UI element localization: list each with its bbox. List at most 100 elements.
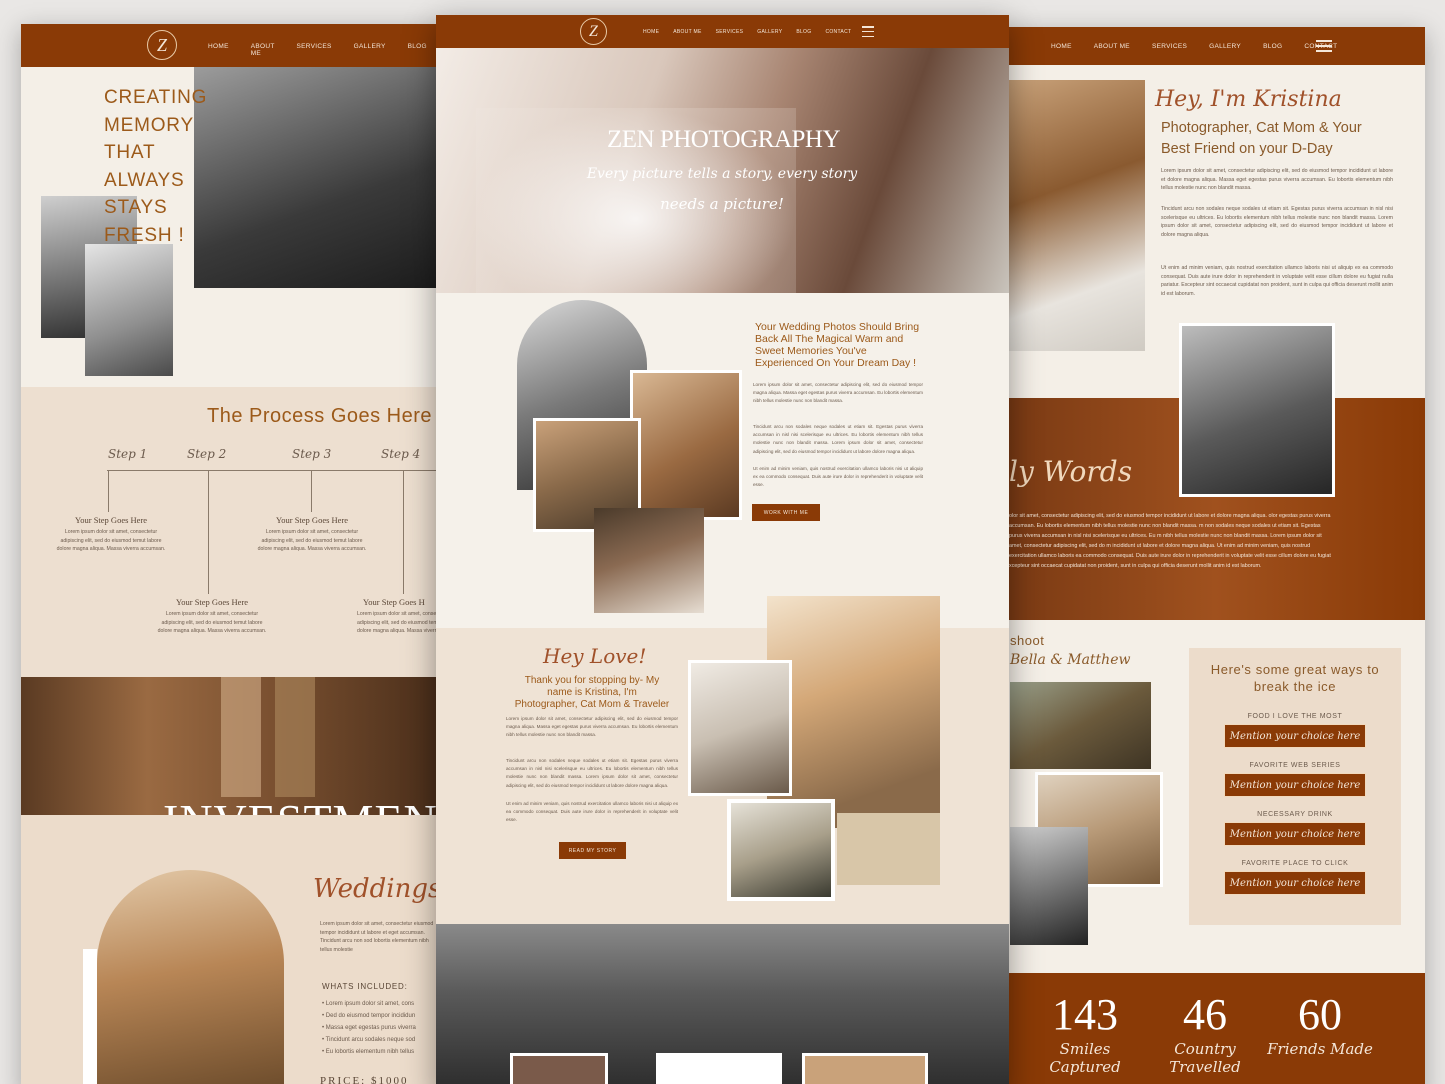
nav-blog[interactable]: BLOG (1263, 43, 1282, 50)
kristina-hat-photo (767, 596, 940, 828)
stat-label: Country Travelled (1169, 1040, 1241, 1076)
stat-number: 143 (1052, 990, 1118, 1039)
nav-contact[interactable]: CONTACT (825, 29, 851, 35)
hero-tagline: Every picture tells a story, every story… (586, 166, 858, 213)
icebreaker-title: Here's some great ways to break the ice (1210, 662, 1380, 694)
bottom-thumb-3 (802, 1053, 928, 1084)
timeline-tick-3 (311, 470, 312, 512)
kind-words-text: olor sit amet, consectetur adipiscing el… (1009, 513, 1331, 569)
ice-choice-food-button[interactable]: Mention your choice here (1224, 724, 1366, 748)
nav-services[interactable]: SERVICES (1152, 43, 1187, 50)
studio-photo (688, 660, 792, 796)
stat-label: Friends Made (1267, 1040, 1373, 1058)
process-title: The Process Goes Here (207, 405, 433, 427)
brand-logo[interactable]: Z (580, 18, 607, 45)
right-nav-links: HOME ABOUT ME SERVICES GALLERY BLOG CONT… (1051, 43, 1337, 50)
right-page-mockup: HOME ABOUT ME SERVICES GALLERY BLOG CONT… (1005, 27, 1425, 1084)
hero-wedding-photo (194, 67, 441, 288)
included-item: • Tincidunt arcu sodales neque sod (322, 1037, 416, 1043)
ice-choice-drink-button[interactable]: Mention your choice here (1224, 822, 1366, 846)
menu-icon[interactable] (1316, 40, 1332, 52)
menu-icon[interactable] (862, 26, 874, 37)
investment-legs-shape-2 (275, 677, 315, 797)
weddings-description: Lorem ipsum dolor sit amet, consectetur … (320, 921, 434, 953)
ice-label-series: FAVORITE WEB SERIES (1249, 762, 1341, 769)
center-nav-links: HOME ABOUT ME SERVICES GALLERY BLOG CONT… (643, 29, 851, 35)
ice-label-drink: NECESSARY DRINK (1257, 811, 1333, 818)
stat-number: 46 (1183, 990, 1227, 1039)
intro-heading: Your Wedding Photos Should Bring Back Al… (755, 321, 920, 369)
nav-about[interactable]: ABOUT ME (673, 29, 701, 35)
groom-bride-photo (594, 508, 704, 613)
intro-para-1: Lorem ipsum dolor sit amet, consectetur … (753, 382, 923, 404)
included-list: • Lorem ipsum dolor sit amet, cons • Ded… (322, 998, 441, 1058)
read-my-story-button[interactable]: READ MY STORY (559, 842, 626, 859)
nav-home[interactable]: HOME (643, 29, 659, 35)
step-card-4: Your Step Goes H Lorem ipsum dolor sit a… (357, 597, 441, 634)
ice-choice-series-button[interactable]: Mention your choice here (1224, 773, 1366, 797)
bottom-thumb-2 (656, 1053, 782, 1084)
bride-back-photo (85, 244, 173, 376)
story-para-2: Tincidunt arcu non sodales neque sodales… (506, 758, 678, 788)
intro-para-3: Ut enim ad minim veniam, quis nostrud ex… (753, 466, 923, 488)
brand-logo[interactable]: Z (147, 30, 177, 60)
hero-title: ZEN PHOTOGRAPHY (607, 126, 841, 153)
bridal-party-photo (1010, 682, 1151, 769)
step-3-label: Step 3 (292, 447, 332, 461)
about-para-3: Ut enim ad minim veniam, quis nostrud ex… (1161, 265, 1393, 297)
story-para-1: Lorem ipsum dolor sit amet, consectetur … (506, 716, 678, 738)
step-card-3: Your Step Goes Here Lorem ipsum dolor si… (257, 515, 367, 552)
left-nav-links: HOME ABOUT ME SERVICES GALLERY BLOG C (208, 43, 441, 57)
ice-label-food: FOOD I LOVE THE MOST (1247, 713, 1343, 720)
center-page-mockup: Z HOME ABOUT ME SERVICES GALLERY BLOG CO… (436, 15, 1009, 1084)
couple-bw-photo (1010, 827, 1088, 945)
nav-gallery[interactable]: GALLERY (1209, 43, 1241, 50)
step-card-2: Your Step Goes Here Lorem ipsum dolor si… (157, 597, 267, 634)
field-portrait-photo (727, 799, 835, 901)
weddings-script-title: Weddings (313, 874, 441, 904)
timeline-line (107, 470, 441, 471)
nav-gallery[interactable]: GALLERY (354, 43, 386, 57)
included-item: • Ded do eiusmod tempor incididun (322, 1013, 416, 1019)
timeline-tick-4 (403, 470, 404, 594)
stat-label: Smiles Captured (1049, 1040, 1121, 1076)
about-para-2: Tincidunt arcu non sodales neque sodales… (1161, 206, 1393, 238)
step-card-1: Your Step Goes Here Lorem ipsum dolor si… (56, 515, 166, 552)
included-item: • Eu lobortis elementum nibh tellus (322, 1049, 415, 1055)
left-navbar: Z HOME ABOUT ME SERVICES GALLERY BLOG C (21, 24, 441, 67)
step-2-label: Step 2 (187, 447, 227, 461)
hero-heading: CREATING MEMORY THAT ALWAYS STAYS FRESH … (104, 87, 208, 246)
shoot-label: shoot (1010, 633, 1045, 648)
wedding-couple-arch-photo (97, 870, 284, 1084)
stat-smiles: 143 Smiles Captured (1025, 989, 1145, 1076)
stat-friends: 60 Friends Made (1265, 989, 1375, 1058)
step-1-label: Step 1 (108, 447, 148, 461)
nav-home[interactable]: HOME (1051, 43, 1072, 50)
nav-about[interactable]: ABOUT ME (251, 43, 275, 57)
nav-services[interactable]: SERVICES (716, 29, 744, 35)
photographer-photo (1179, 323, 1335, 497)
nav-services[interactable]: SERVICES (296, 43, 331, 57)
ice-label-place: FAVORITE PLACE TO CLICK (1241, 860, 1349, 867)
bride-bouquet-photo (630, 370, 742, 520)
timeline-tick-1 (108, 470, 109, 512)
stat-countries: 46 Country Travelled (1143, 989, 1267, 1076)
included-item: • Lorem ipsum dolor sit amet, cons (322, 1001, 415, 1007)
couple-names-script: Bella & Matthew (1010, 652, 1131, 668)
nav-blog[interactable]: BLOG (408, 43, 427, 57)
work-with-me-button[interactable]: WORK WITH ME (752, 504, 820, 521)
ice-choice-place-button[interactable]: Mention your choice here (1224, 871, 1366, 895)
whats-included-label: WHATS INCLUDED: (322, 982, 408, 991)
kristina-portrait-photo (1005, 80, 1145, 351)
story-para-3: Ut enim ad minim veniam, quis nostrud ex… (506, 801, 678, 823)
investment-legs-shape (221, 677, 261, 797)
nav-about[interactable]: ABOUT ME (1094, 43, 1130, 50)
timeline-tick-2 (208, 470, 209, 594)
nav-blog[interactable]: BLOG (796, 29, 811, 35)
nav-home[interactable]: HOME (208, 43, 229, 57)
kind-words-title: ly Words (1009, 455, 1133, 488)
paper-scrap-accent (837, 813, 940, 885)
hey-love-script: Hey Love! (543, 644, 647, 668)
process-section: The Process Goes Here Step 1 Step 2 Step… (21, 387, 441, 677)
nav-gallery[interactable]: GALLERY (757, 29, 782, 35)
